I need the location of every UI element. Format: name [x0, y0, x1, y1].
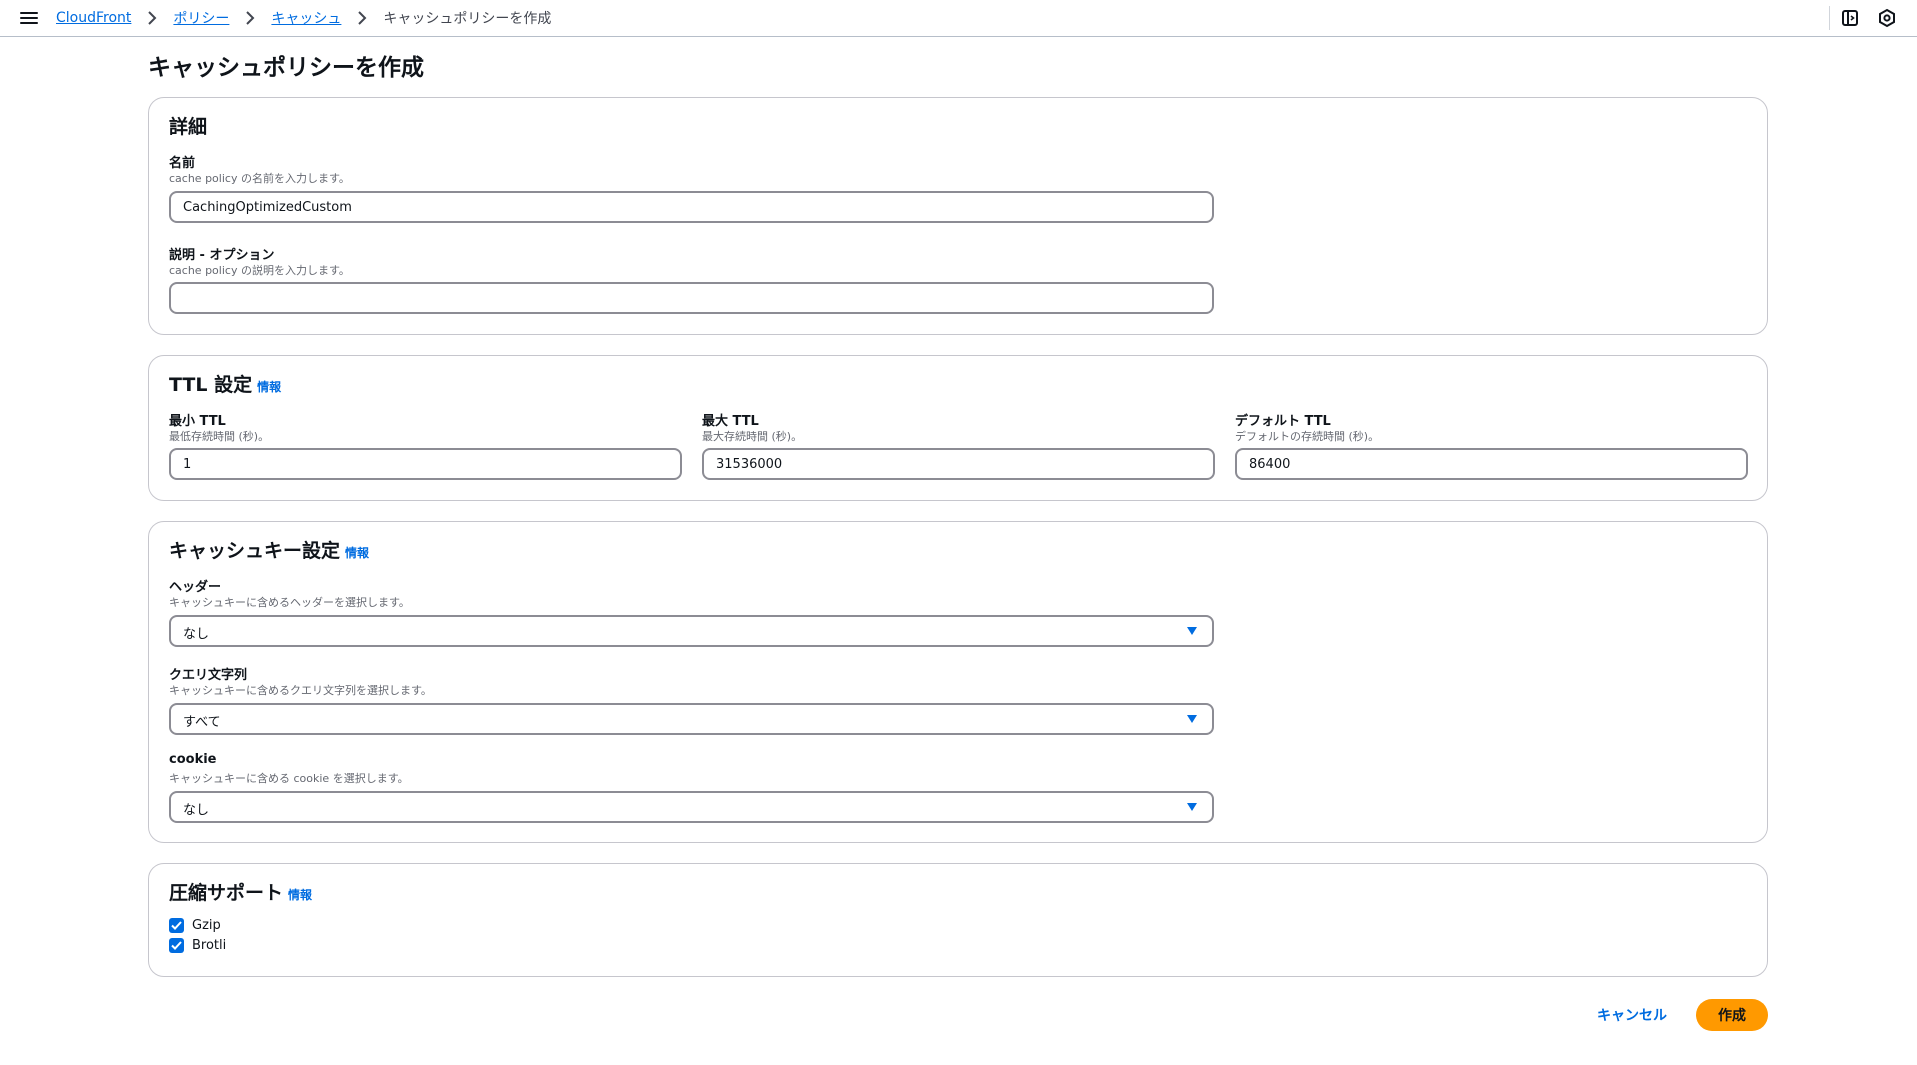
checkmark-icon	[171, 941, 182, 950]
breadcrumb-cache[interactable]: キャッシュ	[271, 8, 341, 28]
cookie-select[interactable]: なし	[169, 791, 1214, 823]
min-ttl-description: 最低存続時間 (秒)。	[169, 430, 270, 443]
brotli-option[interactable]: Brotli	[169, 938, 226, 953]
cache-key-heading-text: キャッシュキー設定	[169, 540, 341, 562]
cache-key-heading: キャッシュキー設定 情報	[169, 536, 369, 563]
cookie-description: キャッシュキーに含める cookie を選択します。	[169, 772, 409, 785]
max-ttl-input[interactable]	[702, 448, 1215, 480]
headers-select-value: なし	[183, 627, 210, 642]
page-title: キャッシュポリシーを作成	[148, 55, 424, 81]
ttl-info-link[interactable]: 情報	[257, 378, 281, 395]
brotli-checkbox[interactable]	[169, 938, 184, 953]
breadcrumb-cloudfront[interactable]: CloudFront	[56, 10, 131, 26]
caret-down-icon	[1187, 715, 1197, 723]
cache-key-panel: キャッシュキー設定 情報 ヘッダー キャッシュキーに含めるヘッダーを選択します。…	[148, 521, 1768, 843]
name-label: 名前	[169, 156, 196, 171]
max-ttl-label: 最大 TTL	[702, 414, 759, 429]
compression-info-link[interactable]: 情報	[288, 886, 312, 903]
headers-select[interactable]: なし	[169, 615, 1214, 647]
brotli-label: Brotli	[192, 938, 227, 953]
ttl-settings-panel: TTL 設定 情報 最小 TTL 最低存続時間 (秒)。 最大 TTL 最大存続…	[148, 355, 1768, 501]
default-ttl-label: デフォルト TTL	[1235, 414, 1331, 429]
ttl-heading-text: TTL 設定	[169, 374, 253, 396]
query-strings-label: クエリ文字列	[169, 668, 248, 683]
settings-icon[interactable]	[1877, 8, 1897, 28]
details-heading: 詳細	[169, 116, 208, 138]
description-label: 説明 - オプション	[169, 248, 275, 263]
caret-down-icon	[1187, 627, 1197, 635]
cookie-select-value: なし	[183, 803, 210, 818]
gzip-option[interactable]: Gzip	[169, 918, 221, 933]
toolbar-divider	[1829, 6, 1830, 30]
top-navigation-bar: CloudFront ポリシー キャッシュ キャッシュポリシーを作成	[0, 0, 1917, 37]
chevron-right-icon	[351, 8, 373, 28]
cancel-button[interactable]: キャンセル	[1587, 999, 1677, 1031]
compression-panel: 圧縮サポート 情報 Gzip Brotli	[148, 863, 1768, 977]
chevron-right-icon	[141, 8, 163, 28]
max-ttl-description: 最大存続時間 (秒)。	[702, 430, 803, 443]
query-strings-select[interactable]: すべて	[169, 703, 1214, 735]
gzip-label: Gzip	[192, 918, 221, 933]
cookie-label: cookie	[169, 752, 217, 767]
name-input[interactable]	[169, 191, 1214, 223]
query-strings-description: キャッシュキーに含めるクエリ文字列を選択します。	[169, 684, 432, 697]
description-input[interactable]	[169, 282, 1214, 314]
create-button[interactable]: 作成	[1696, 999, 1768, 1031]
default-ttl-input[interactable]	[1235, 448, 1748, 480]
min-ttl-input[interactable]	[169, 448, 682, 480]
default-ttl-description: デフォルトの存続時間 (秒)。	[1235, 430, 1380, 443]
compression-heading: 圧縮サポート 情報	[169, 878, 312, 905]
checkmark-icon	[171, 921, 182, 930]
breadcrumb-current: キャッシュポリシーを作成	[383, 11, 552, 27]
details-panel: 詳細 名前 cache policy の名前を入力します。 説明 - オプション…	[148, 97, 1768, 335]
breadcrumb-policies[interactable]: ポリシー	[173, 8, 229, 28]
caret-down-icon	[1187, 803, 1197, 811]
breadcrumb: CloudFront ポリシー キャッシュ キャッシュポリシーを作成	[56, 8, 551, 28]
headers-description: キャッシュキーに含めるヘッダーを選択します。	[169, 596, 410, 609]
min-ttl-label: 最小 TTL	[169, 414, 226, 429]
panel-toggle-icon[interactable]	[1840, 8, 1860, 28]
headers-label: ヘッダー	[169, 580, 222, 595]
chevron-right-icon	[239, 8, 261, 28]
description-description: cache policy の説明を入力します。	[169, 264, 350, 277]
query-strings-select-value: すべて	[183, 715, 221, 730]
compression-heading-text: 圧縮サポート	[169, 882, 284, 904]
menu-icon[interactable]	[20, 9, 38, 27]
gzip-checkbox[interactable]	[169, 918, 184, 933]
cache-key-info-link[interactable]: 情報	[345, 544, 369, 561]
name-description: cache policy の名前を入力します。	[169, 172, 350, 185]
ttl-heading: TTL 設定 情報	[169, 370, 281, 397]
